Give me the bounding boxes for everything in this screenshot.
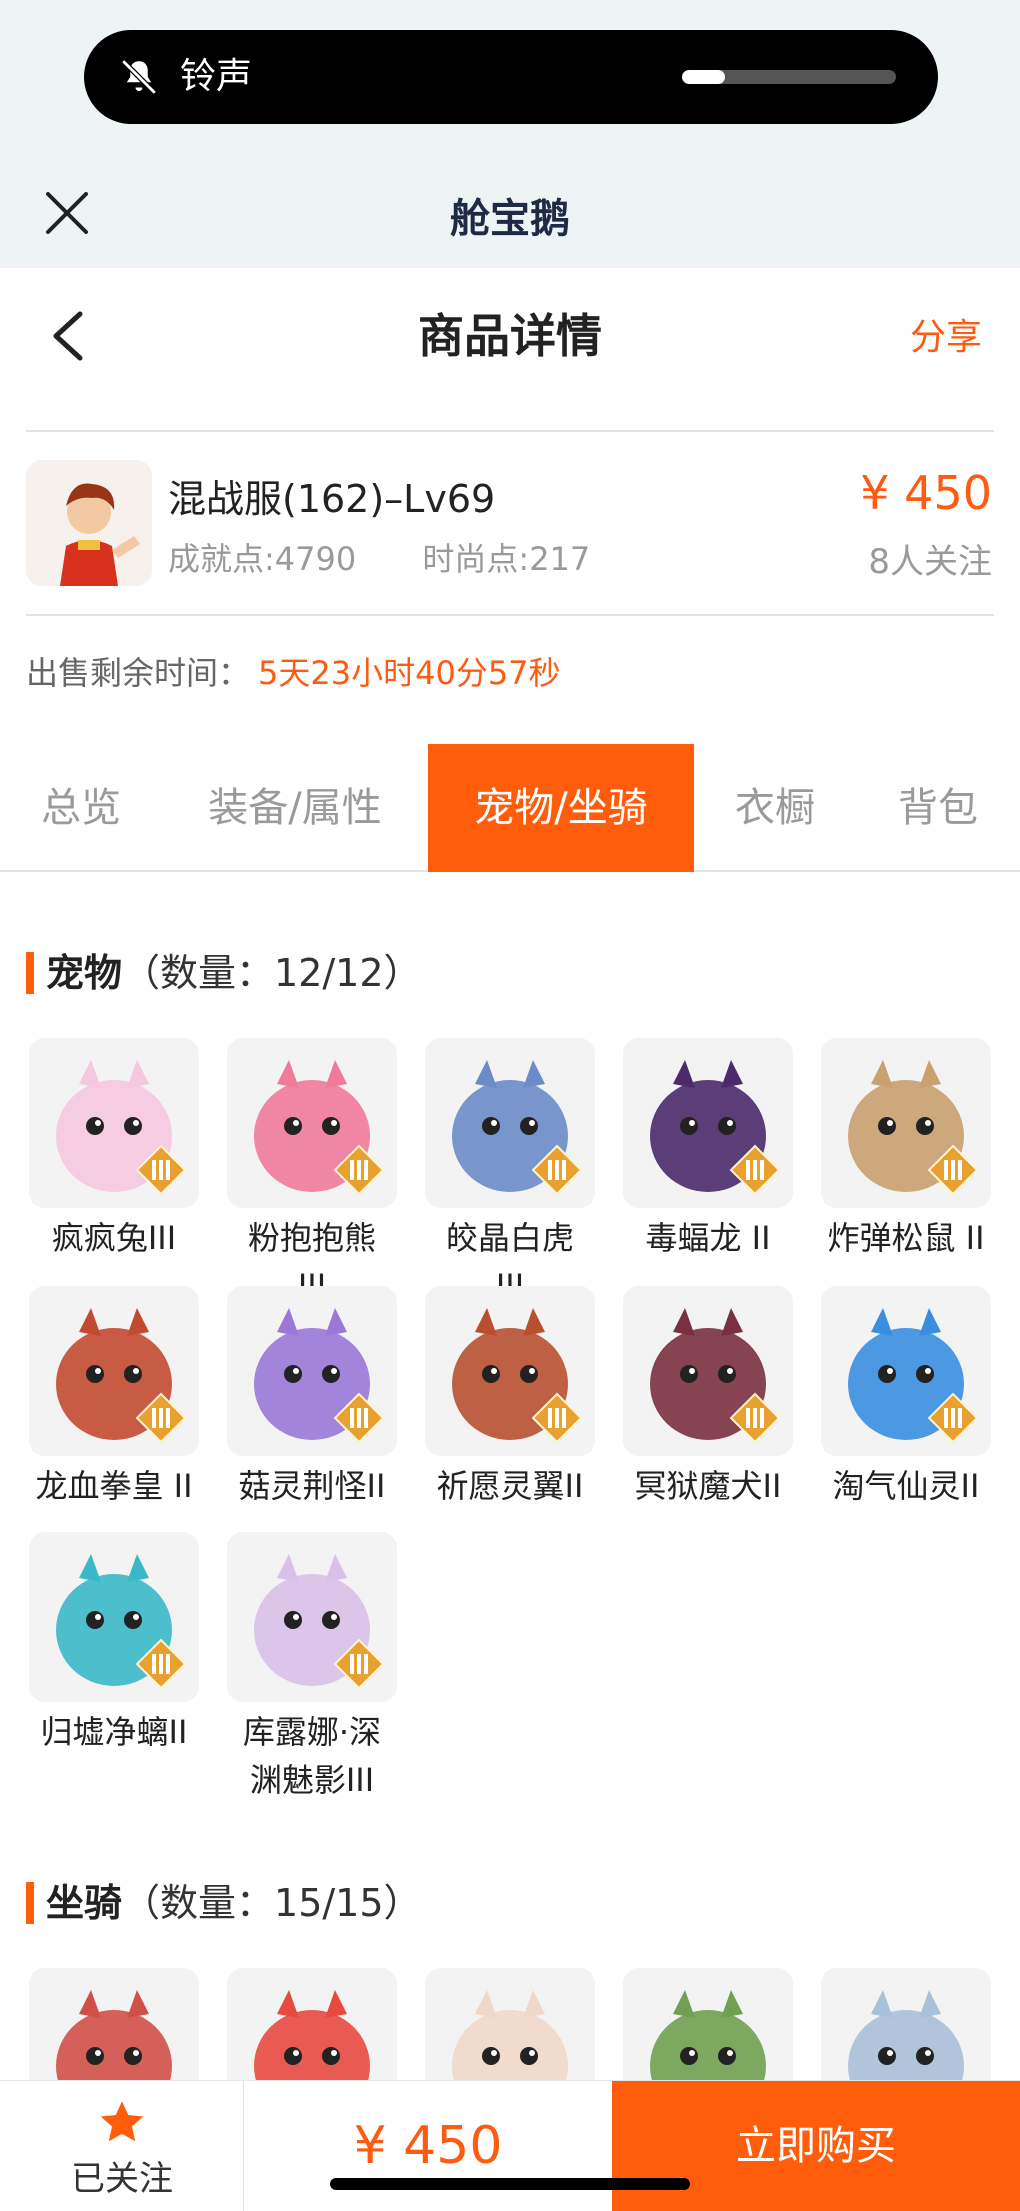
pet-card[interactable]: 炸弹松鼠 II — [820, 1038, 992, 1262]
pet-name: 归墟净螭II — [40, 1713, 188, 1751]
pet-name: 祈愿灵翼II — [436, 1467, 584, 1505]
pet-card[interactable]: 粉抱抱熊 III — [226, 1038, 398, 1310]
ringer-volume-bar — [682, 70, 896, 84]
page-header: 商品详情 分享 — [0, 268, 1020, 398]
section-marker — [26, 952, 34, 994]
pet-card[interactable]: 疯疯兔III — [28, 1038, 200, 1262]
level-badge-icon — [333, 1638, 385, 1690]
divider — [26, 430, 994, 432]
pet-name: 毒蝠龙 II — [645, 1219, 771, 1257]
ringer-label: 铃声 — [180, 56, 253, 97]
pet-name: 淘气仙灵II — [832, 1467, 980, 1505]
pet-card[interactable]: 祈愿灵翼II — [424, 1286, 596, 1510]
product-name: 混战服(162)–Lv69 — [168, 477, 496, 521]
achievement-points: 成就点:4790 — [168, 540, 357, 578]
pet-image — [227, 1532, 397, 1702]
level-badge-icon — [927, 1144, 979, 1196]
pet-image — [821, 1038, 991, 1208]
top-area: 铃声 舱宝鹅 — [0, 0, 1020, 268]
page-title: 商品详情 — [418, 309, 602, 363]
pets-section-title: 宠物（数量：12/12） — [26, 942, 422, 997]
pet-image — [425, 1038, 595, 1208]
pet-card[interactable]: 归墟净螭II — [28, 1532, 200, 1756]
follow-label: 已关注 — [71, 2159, 173, 2199]
bottom-price: ¥ 450 — [353, 2116, 503, 2176]
pet-name: 菇灵荆怪II — [238, 1467, 386, 1505]
pet-card[interactable]: 淘气仙灵II — [820, 1286, 992, 1510]
tab-equipment[interactable]: 装备/属性 — [162, 744, 428, 872]
pet-card[interactable]: 毒蝠龙 II — [622, 1038, 794, 1262]
app-header: 舱宝鹅 — [0, 168, 1020, 254]
tab-bar: 总览 装备/属性 宠物/坐骑 衣橱 背包 — [0, 744, 1020, 872]
pet-card[interactable]: 库露娜·深渊魅影III — [226, 1532, 398, 1804]
follow-button[interactable]: 已关注 — [0, 2081, 244, 2211]
bell-muted-icon — [121, 59, 157, 95]
pet-image — [821, 1286, 991, 1456]
tab-overview[interactable]: 总览 — [0, 744, 162, 872]
mounts-count: （数量：15/15） — [122, 1881, 422, 1925]
mounts-section-title: 坐骑（数量：15/15） — [26, 1872, 422, 1927]
pet-name: 冥狱魔犬II — [634, 1467, 782, 1505]
remaining-time: 出售剩余时间： 5天23小时40分57秒 — [26, 648, 561, 694]
pet-image — [227, 1286, 397, 1456]
pet-image — [29, 1532, 199, 1702]
tab-wardrobe[interactable]: 衣橱 — [694, 744, 856, 872]
pet-card[interactable]: 皎晶白虎 III — [424, 1038, 596, 1310]
tab-backpack[interactable]: 背包 — [856, 744, 1020, 872]
level-badge-icon — [333, 1392, 385, 1444]
pet-image — [425, 1286, 595, 1456]
pet-image — [227, 1038, 397, 1208]
pet-image — [29, 1286, 199, 1456]
divider — [26, 614, 994, 616]
app-title: 舱宝鹅 — [450, 196, 570, 242]
pet-image — [623, 1038, 793, 1208]
fashion-points: 时尚点:217 — [422, 540, 591, 578]
buy-now-button[interactable]: 立即购买 — [612, 2081, 1020, 2211]
star-icon — [100, 2101, 144, 2142]
product-avatar — [26, 460, 152, 586]
tab-pets-mounts[interactable]: 宠物/坐骑 — [428, 744, 694, 872]
pets-count: （数量：12/12） — [122, 951, 422, 995]
pet-card[interactable]: 龙血拳皇 II — [28, 1286, 200, 1510]
pet-card[interactable]: 冥狱魔犬II — [622, 1286, 794, 1510]
bottom-action-bar: 已关注 ¥ 450 立即购买 — [0, 2080, 1020, 2211]
pets-title: 宠物 — [46, 951, 123, 995]
ringer-volume-fill — [682, 70, 725, 84]
level-badge-icon — [927, 1392, 979, 1444]
pet-image — [623, 1286, 793, 1456]
level-badge-icon — [729, 1144, 781, 1196]
product-price: ¥ 450 — [860, 466, 992, 520]
level-badge-icon — [531, 1392, 583, 1444]
ringer-indicator: 铃声 — [84, 30, 938, 124]
level-badge-icon — [531, 1144, 583, 1196]
section-marker — [26, 1882, 34, 1924]
pet-card[interactable]: 菇灵荆怪II — [226, 1286, 398, 1510]
mounts-title: 坐骑 — [46, 1881, 123, 1925]
home-indicator — [330, 2178, 690, 2190]
character-icon — [26, 460, 152, 586]
follower-count: 8人关注 — [868, 542, 992, 582]
remaining-label: 出售剩余时间： — [26, 654, 251, 692]
share-button[interactable]: 分享 — [910, 308, 982, 360]
pet-name: 炸弹松鼠 II — [827, 1219, 985, 1257]
product-stats: 成就点:4790 时尚点:217 — [168, 534, 646, 580]
pet-name: 库露娜·深渊魅影III — [242, 1713, 382, 1799]
pet-name: 疯疯兔III — [51, 1219, 177, 1257]
level-badge-icon — [135, 1144, 187, 1196]
level-badge-icon — [333, 1144, 385, 1196]
remaining-countdown: 5天23小时40分57秒 — [258, 654, 561, 692]
pet-image — [29, 1038, 199, 1208]
level-badge-icon — [135, 1638, 187, 1690]
pet-name: 龙血拳皇 II — [35, 1467, 193, 1505]
level-badge-icon — [135, 1392, 187, 1444]
level-badge-icon — [729, 1392, 781, 1444]
